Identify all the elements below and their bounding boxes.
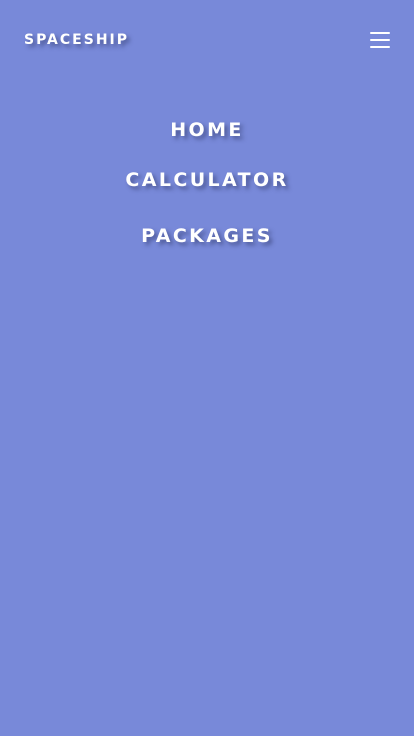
nav-item-calculator[interactable]: CALCULATOR	[0, 167, 414, 193]
nav-item-home[interactable]: HOME	[0, 117, 414, 143]
menu-bar-line	[370, 46, 390, 48]
menu-bar-line	[370, 39, 390, 41]
hamburger-menu-icon[interactable]	[370, 29, 390, 51]
app-screen: { "header": { "brand": "SPACESHIP", "men…	[0, 0, 414, 736]
nav-item-packages[interactable]: PACKAGES	[0, 223, 414, 249]
menu-bar-line	[370, 32, 390, 34]
brand-logo-text[interactable]: SPACESHIP	[24, 30, 129, 50]
